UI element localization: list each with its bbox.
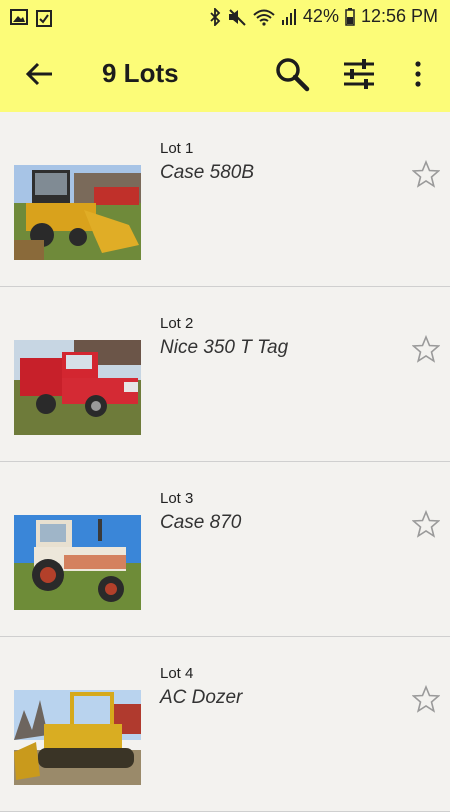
- app-header: 42% 12:56 PM 9 Lots: [0, 0, 450, 112]
- red-dump-truck-photo: [14, 340, 141, 435]
- lot-name: Case 580B: [160, 162, 255, 183]
- lot-name: AC Dozer: [160, 687, 243, 708]
- back-arrow-icon[interactable]: [24, 58, 56, 90]
- signal-icon: [281, 8, 296, 25]
- list-item[interactable]: Lot 2 Nice 350 T Tag: [0, 287, 450, 462]
- mute-icon: [228, 8, 246, 26]
- bluetooth-icon: [210, 7, 221, 26]
- lot-number: Lot 1: [160, 140, 194, 157]
- star-icon[interactable]: [412, 510, 440, 538]
- yellow-dozer-photo: [14, 690, 141, 785]
- list-item[interactable]: Lot 3 Case 870: [0, 462, 450, 637]
- list-item[interactable]: Lot 4 AC Dozer: [0, 637, 450, 812]
- backhoe-loader-photo: [14, 165, 141, 260]
- status-bar: 42% 12:56 PM: [0, 0, 450, 36]
- clock: 12:56 PM: [360, 6, 438, 26]
- filter-sliders-icon[interactable]: [342, 58, 376, 90]
- list-item[interactable]: Lot 1 Case 580B: [0, 112, 450, 287]
- lot-number: Lot 2: [160, 315, 194, 332]
- overflow-menu-icon[interactable]: [410, 58, 426, 90]
- star-icon[interactable]: [412, 160, 440, 188]
- task-check-icon: [36, 10, 52, 27]
- battery-icon: [345, 7, 355, 26]
- battery-percent: 42%: [302, 6, 339, 26]
- lot-list: Lot 1 Case 580B Lot 2 Nice 350 T Tag Lot…: [0, 112, 450, 812]
- search-icon[interactable]: [274, 56, 310, 92]
- lot-name: Nice 350 T Tag: [160, 337, 289, 358]
- white-tractor-photo: [14, 515, 141, 610]
- star-icon[interactable]: [412, 335, 440, 363]
- lot-number: Lot 3: [160, 490, 194, 507]
- gallery-icon: [10, 9, 28, 25]
- lot-number: Lot 4: [160, 665, 194, 682]
- toolbar: 9 Lots: [0, 48, 450, 100]
- lot-name: Case 870: [160, 512, 242, 533]
- page-title: 9 Lots: [102, 58, 179, 88]
- star-icon[interactable]: [412, 685, 440, 713]
- wifi-icon: [253, 9, 275, 26]
